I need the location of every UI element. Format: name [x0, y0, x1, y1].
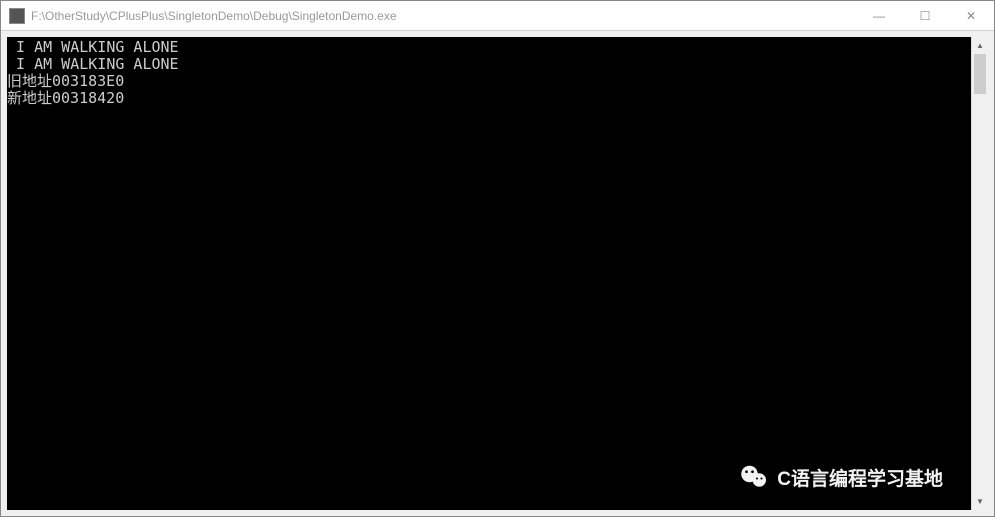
watermark-text: C语言编程学习基地 [777, 464, 943, 491]
console-output-area[interactable]: I AM WALKING ALONE I AM WALKING ALONE 旧地… [7, 37, 971, 510]
console-window: F:\OtherStudy\CPlusPlus\SingletonDemo\De… [0, 0, 995, 517]
console-frame: I AM WALKING ALONE I AM WALKING ALONE 旧地… [1, 31, 994, 516]
console-line: 旧地址003183E0 [7, 72, 124, 90]
scroll-down-button[interactable]: ▼ [972, 493, 988, 510]
minimize-button[interactable]: — [856, 1, 902, 30]
titlebar[interactable]: F:\OtherStudy\CPlusPlus\SingletonDemo\De… [1, 1, 994, 31]
console-text: I AM WALKING ALONE I AM WALKING ALONE 旧地… [7, 37, 971, 107]
vertical-scrollbar[interactable]: ▲ ▼ [971, 37, 988, 510]
console-line: 新地址00318420 [7, 89, 124, 107]
scroll-track[interactable] [972, 54, 988, 493]
scroll-thumb[interactable] [974, 54, 986, 94]
close-button[interactable]: ✕ [948, 1, 994, 30]
console-line: I AM WALKING ALONE [7, 38, 179, 56]
wechat-icon [739, 462, 769, 492]
scroll-up-button[interactable]: ▲ [972, 37, 988, 54]
window-controls: — ☐ ✕ [856, 1, 994, 30]
window-title: F:\OtherStudy\CPlusPlus\SingletonDemo\De… [31, 9, 856, 23]
watermark: C语言编程学习基地 [739, 462, 943, 492]
console-line: I AM WALKING ALONE [7, 55, 179, 73]
maximize-button[interactable]: ☐ [902, 1, 948, 30]
app-icon [9, 8, 25, 24]
